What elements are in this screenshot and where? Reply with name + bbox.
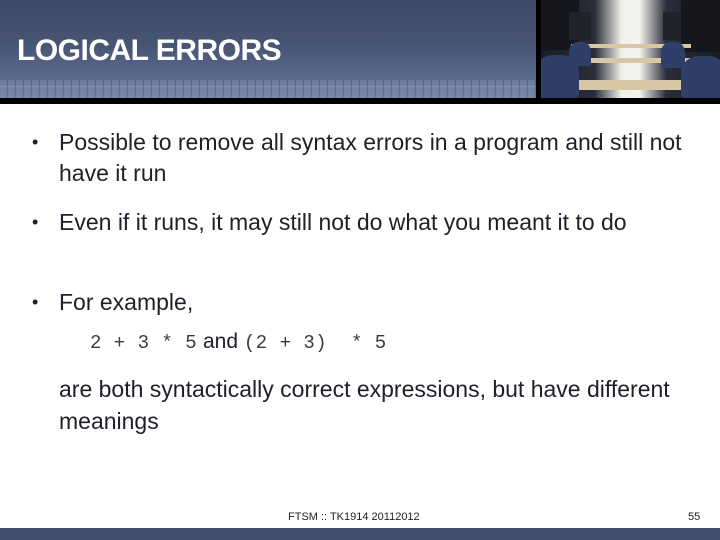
code-expression-1: 2 + 3 * 5 <box>90 332 198 354</box>
bullet-item: • For example, <box>32 287 692 318</box>
bullet-text: For example, <box>59 289 194 315</box>
example-line: 2 + 3 * 5 and (2 + 3) * 5 <box>90 330 387 354</box>
bullet-text: Even if it runs, it may still not do wha… <box>59 209 627 235</box>
page-number: 55 <box>688 511 701 523</box>
bullet-item: • Possible to remove all syntax errors i… <box>32 127 692 189</box>
connector-text: and <box>202 330 239 353</box>
bottom-bar <box>0 528 720 540</box>
bullet-marker: • <box>32 292 39 312</box>
bullet-marker: • <box>32 212 39 232</box>
code-expression-2: (2 + 3) * 5 <box>243 332 387 354</box>
bullet-marker: • <box>32 132 39 152</box>
footer-text: FTSM :: TK1914 20112012 <box>288 511 420 523</box>
slide-body: • Possible to remove all syntax errors i… <box>0 0 720 540</box>
continuation-text: are both syntactically correct expressio… <box>59 376 670 434</box>
bullet-text: Possible to remove all syntax errors in … <box>59 129 682 186</box>
bullet-item: • Even if it runs, it may still not do w… <box>32 207 692 238</box>
